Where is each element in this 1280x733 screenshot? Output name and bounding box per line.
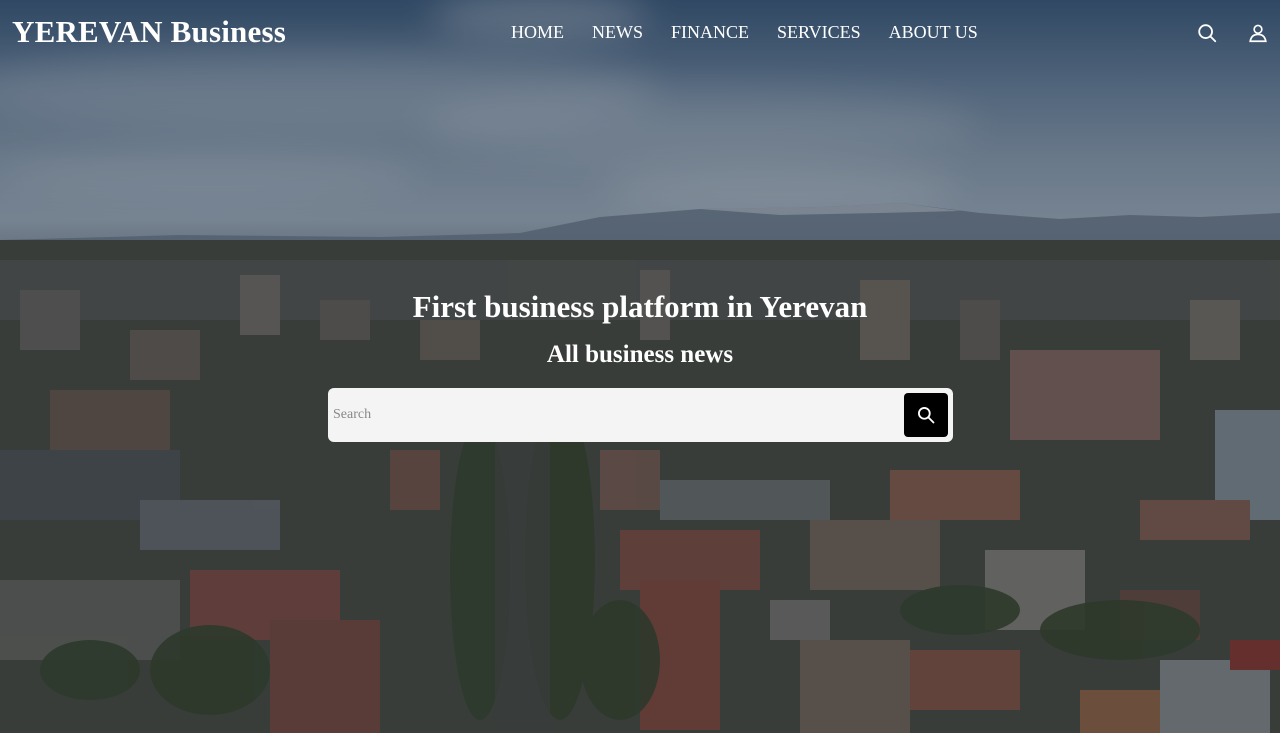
nav-about-us[interactable]: ABOUT US <box>875 22 992 43</box>
search-button[interactable] <box>904 393 948 437</box>
search-icon[interactable] <box>1196 22 1218 44</box>
hero-subheadline: All business news <box>546 341 734 368</box>
search-input[interactable] <box>328 388 898 442</box>
search-bar <box>328 388 953 442</box>
hero-headline: First business platform in Yerevan <box>412 289 868 324</box>
search-icon <box>918 407 935 424</box>
nav-finance[interactable]: FINANCE <box>657 22 763 43</box>
nav-services[interactable]: SERVICES <box>763 22 875 43</box>
user-icon[interactable] <box>1247 22 1269 44</box>
main-nav: HOME NEWS FINANCE SERVICES ABOUT US <box>497 22 992 43</box>
nav-home[interactable]: HOME <box>497 22 578 43</box>
site-logo[interactable]: YEREVAN Business <box>12 14 286 50</box>
hero-section: YEREVAN Business HOME NEWS FINANCE SERVI… <box>0 0 1280 733</box>
site-header: YEREVAN Business HOME NEWS FINANCE SERVI… <box>0 0 1280 70</box>
nav-news[interactable]: NEWS <box>578 22 657 43</box>
